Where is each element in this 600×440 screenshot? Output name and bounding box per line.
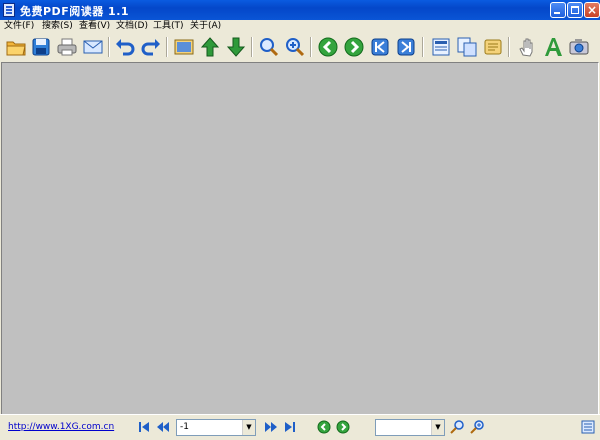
undo-button[interactable] — [114, 36, 136, 58]
zoom-out-small-button[interactable] — [449, 419, 465, 435]
print-icon — [57, 38, 77, 56]
maximize-button[interactable] — [567, 2, 583, 18]
page-number-value: -1 — [180, 422, 189, 432]
hand-tool-icon — [519, 38, 533, 57]
chevron-down-icon[interactable]: ▼ — [242, 420, 255, 435]
next-page-button[interactable] — [263, 419, 279, 435]
page-view-icon — [174, 39, 194, 55]
nav-back-button[interactable] — [316, 419, 332, 435]
menu-bar: 文件(F) 搜索(S) 查看(V) 文档(D) 工具(T) 关于(A) — [0, 20, 600, 33]
website-link[interactable]: http://www.1XG.com.cn — [8, 422, 114, 432]
menu-tools[interactable]: 工具(T) — [153, 20, 184, 33]
toolbar — [0, 33, 600, 61]
chevron-down-icon[interactable]: ▼ — [431, 420, 444, 435]
open-button[interactable] — [5, 36, 27, 58]
previous-page-button[interactable] — [155, 419, 171, 435]
title-bar[interactable]: 免费PDF阅读器 1.1 × — [0, 0, 600, 20]
text-select-button[interactable] — [542, 36, 564, 58]
toolbar-separator — [166, 37, 168, 57]
bookmark-button[interactable] — [482, 36, 504, 58]
zoom-out-small-icon — [450, 420, 464, 434]
text-select-icon — [545, 38, 562, 56]
back-icon — [318, 37, 338, 57]
bookmark-scroll-icon — [484, 39, 502, 55]
redo-icon — [141, 39, 160, 56]
maximize-icon — [571, 6, 579, 14]
arrow-down-icon — [226, 37, 246, 57]
single-page-button[interactable] — [430, 36, 452, 58]
hand-tool-button[interactable] — [516, 36, 538, 58]
continuous-pages-button[interactable] — [456, 36, 478, 58]
arrow-up-icon — [200, 37, 220, 57]
first-page-nav-icon — [139, 422, 149, 432]
status-bar: http://www.1XG.com.cn -1 ▼ ▼ — [0, 414, 600, 440]
arrow-up-button[interactable] — [199, 36, 221, 58]
snapshot-button[interactable] — [568, 36, 590, 58]
last-page-nav-icon — [285, 422, 295, 432]
last-page-icon — [397, 38, 415, 56]
arrow-down-button[interactable] — [225, 36, 247, 58]
zoom-in-icon — [286, 38, 305, 57]
zoom-out-icon — [260, 38, 279, 57]
window-title: 免费PDF阅读器 1.1 — [20, 5, 130, 18]
toolbar-separator — [108, 37, 110, 57]
continuous-pages-icon — [457, 37, 477, 57]
menu-search[interactable]: 搜索(S) — [42, 20, 73, 33]
back-button[interactable] — [317, 36, 339, 58]
toolbar-separator — [251, 37, 253, 57]
email-button[interactable] — [82, 36, 104, 58]
page-view-button[interactable] — [173, 36, 195, 58]
redo-button[interactable] — [140, 36, 162, 58]
first-page-nav-button[interactable] — [136, 419, 152, 435]
forward-circle-icon — [336, 420, 350, 434]
minimize-button[interactable] — [550, 2, 566, 18]
save-button[interactable] — [30, 36, 52, 58]
toolbar-separator — [310, 37, 312, 57]
single-page-icon — [432, 38, 450, 56]
minimize-icon — [554, 12, 560, 14]
last-page-button[interactable] — [395, 36, 417, 58]
email-icon — [83, 40, 103, 54]
toolbar-separator — [508, 37, 510, 57]
menu-document[interactable]: 文档(D) — [116, 20, 148, 33]
panel-toggle-icon[interactable] — [581, 420, 595, 434]
save-icon — [32, 38, 50, 56]
zoom-combo[interactable]: ▼ — [375, 419, 445, 436]
previous-page-icon — [157, 422, 169, 432]
print-button[interactable] — [56, 36, 78, 58]
document-area[interactable] — [1, 62, 599, 414]
open-folder-icon — [6, 41, 26, 56]
close-icon: × — [586, 3, 598, 17]
app-icon — [3, 3, 15, 17]
toolbar-separator — [422, 37, 424, 57]
zoom-in-small-button[interactable] — [469, 419, 485, 435]
menu-about[interactable]: 关于(A) — [190, 20, 221, 33]
page-number-combo[interactable]: -1 ▼ — [176, 419, 256, 436]
forward-button[interactable] — [343, 36, 365, 58]
close-button[interactable]: × — [584, 2, 600, 18]
next-page-icon — [265, 422, 277, 432]
zoom-in-button[interactable] — [284, 36, 306, 58]
zoom-in-small-icon — [470, 420, 484, 434]
menu-file[interactable]: 文件(F) — [4, 20, 34, 33]
undo-icon — [116, 39, 135, 56]
nav-forward-button[interactable] — [335, 419, 351, 435]
forward-icon — [344, 37, 364, 57]
zoom-out-button[interactable] — [258, 36, 280, 58]
first-page-button[interactable] — [369, 36, 391, 58]
menu-view[interactable]: 查看(V) — [79, 20, 110, 33]
last-page-nav-button[interactable] — [282, 419, 298, 435]
snapshot-icon — [569, 39, 589, 55]
back-circle-icon — [317, 420, 331, 434]
first-page-icon — [371, 38, 389, 56]
